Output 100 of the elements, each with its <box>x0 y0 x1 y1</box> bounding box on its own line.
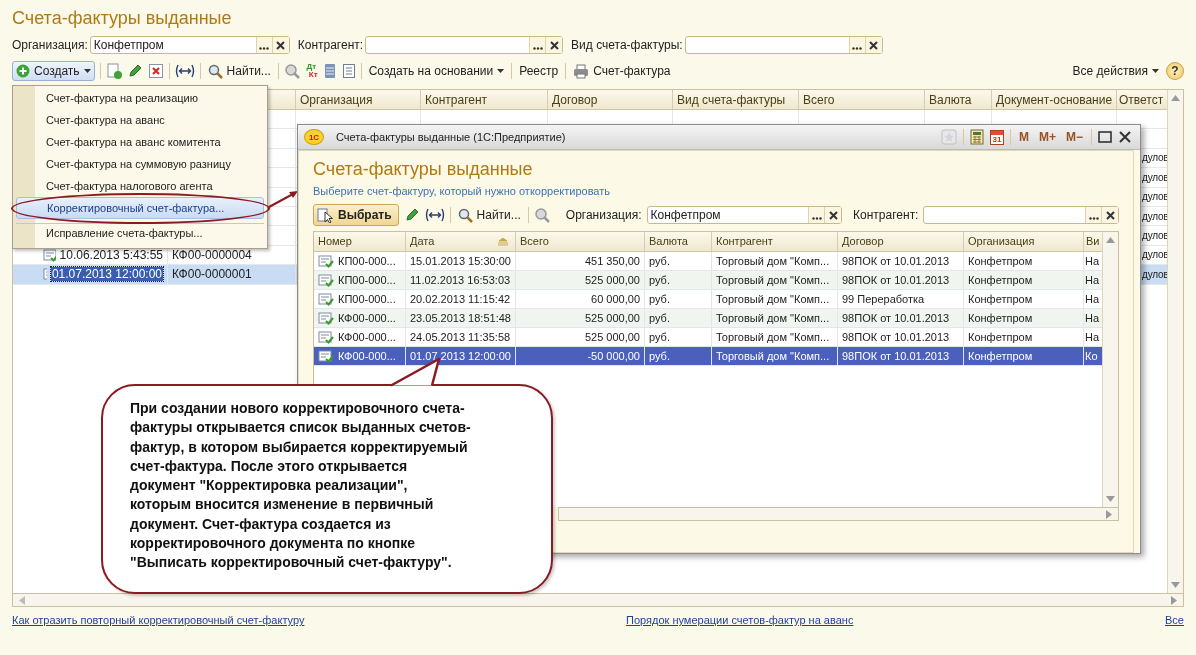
column-header[interactable]: Вид счета-фактуры <box>677 93 786 107</box>
filter-field[interactable]: Конфетпром <box>89 36 290 54</box>
table-cell: КФ00-000... <box>338 331 396 343</box>
ellipsis-icon[interactable] <box>811 217 822 220</box>
table-cell: КФ00-000... <box>338 350 396 362</box>
table-cell: руб. <box>649 293 670 305</box>
create-button[interactable]: Создать <box>12 61 95 81</box>
column-header[interactable]: Контрагент <box>425 93 488 107</box>
table-cell: Торговый дом "Комп... <box>716 255 830 267</box>
column-header[interactable]: Всего <box>803 93 835 107</box>
clear-icon[interactable] <box>869 40 879 50</box>
arrow-down-icon[interactable] <box>1106 496 1115 502</box>
search-cancel-icon[interactable] <box>533 207 550 223</box>
pencil-icon[interactable] <box>126 63 143 79</box>
find-button[interactable]: Найти... <box>205 61 273 81</box>
column-header[interactable]: Ви <box>1086 235 1100 247</box>
debit-credit-button[interactable]: Дт Кт <box>304 63 318 79</box>
column-header[interactable]: Дата <box>410 235 435 247</box>
star-icon[interactable] <box>940 129 957 145</box>
pencil-icon[interactable] <box>403 207 420 223</box>
help-button[interactable]: ? <box>1166 62 1184 80</box>
column-header[interactable]: Договор <box>552 93 598 107</box>
all-actions-button[interactable]: Все действия <box>1070 62 1161 80</box>
printer-icon <box>573 63 590 79</box>
column-header[interactable]: Ответст <box>1119 93 1164 107</box>
column-header[interactable]: Документ-основание <box>996 93 1113 107</box>
column-header[interactable]: Контрагент <box>716 235 773 247</box>
menu-item[interactable]: Счет-фактура на аванс комитента <box>16 131 264 153</box>
filter-field[interactable]: Конфетпром <box>646 206 843 224</box>
memory-button[interactable]: M+ <box>1036 130 1058 144</box>
filter-label: Организация: <box>12 38 88 52</box>
calendar-icon[interactable]: 31 <box>989 129 1004 145</box>
filter-field[interactable] <box>365 36 564 54</box>
document-check-icon <box>318 273 334 287</box>
arrow-up-icon[interactable] <box>1171 95 1180 101</box>
clear-icon[interactable] <box>549 40 559 50</box>
filter-label: Контрагент: <box>297 38 364 52</box>
arrow-right-icon[interactable] <box>1171 595 1177 605</box>
table-cell: На <box>1085 331 1100 343</box>
list-icon[interactable] <box>322 63 337 79</box>
ellipsis-icon[interactable] <box>852 47 863 50</box>
menu-item[interactable]: Корректировочный счет-фактура... <box>16 197 264 219</box>
table-row[interactable]: КФ00-000... 23.05.2013 18:51:48 525 000,00 руб. Торговый дом "Комп... 98ПОК от 10.01.2013 Конфетпром На <box>314 309 1102 328</box>
table-row[interactable]: КФ00-000... 01.07.2013 12:00:00 -50 000,00 руб. Торговый дом "Комп... 98ПОК от 10.01.2013 Конфетпром Ко <box>314 347 1102 366</box>
calculator-icon[interactable] <box>969 129 984 145</box>
search-icon <box>207 63 223 79</box>
table-cell: 20.02.2013 11:15:42 <box>410 293 511 305</box>
ellipsis-icon[interactable] <box>532 47 543 50</box>
menu-item[interactable]: Исправление счета-фактуры... <box>16 223 264 242</box>
ellipsis-icon[interactable] <box>1088 217 1099 220</box>
table-cell: 60 000,00 <box>591 293 640 305</box>
column-header[interactable]: Всего <box>520 235 549 247</box>
create-based-on-button[interactable]: Создать на основании <box>366 62 507 80</box>
column-header[interactable]: Договор <box>842 235 884 247</box>
arrow-down-icon[interactable] <box>1171 582 1180 588</box>
arrow-right-icon[interactable] <box>1106 509 1112 519</box>
document-icon[interactable] <box>341 63 356 79</box>
delete-icon[interactable] <box>147 63 164 79</box>
filter-field[interactable] <box>684 36 883 54</box>
column-header[interactable]: Организация <box>968 235 1035 247</box>
column-header[interactable]: Организация <box>300 93 373 107</box>
help-link[interactable]: Как отразить повторный корректировочный счет-фактуру <box>12 614 305 626</box>
horizontal-scrollbar[interactable] <box>558 507 1119 521</box>
help-link[interactable]: Порядок нумерации счетов-фактур на аванс <box>626 614 854 626</box>
double-arrow-icon[interactable] <box>174 64 195 78</box>
menu-item[interactable]: Счет-фактура на реализацию <box>16 87 264 109</box>
clear-icon[interactable] <box>276 40 286 50</box>
column-header[interactable]: Номер <box>318 235 352 247</box>
menu-item[interactable]: Счет-фактура на аванс <box>16 109 264 131</box>
memory-button[interactable]: M <box>1016 130 1031 144</box>
select-button[interactable]: Выбрать <box>313 204 399 226</box>
menu-item[interactable]: Счет-фактура налогового агента <box>16 175 264 197</box>
print-button[interactable]: Счет-фактура <box>571 61 673 81</box>
menu-item[interactable]: Счет-фактура на суммовую разницу <box>16 153 264 175</box>
table-row[interactable]: КП00-000... 11.02.2013 16:53:03 525 000,00 руб. Торговый дом "Комп... 98ПОК от 10.01.2013 Конфетпром На <box>314 271 1102 290</box>
table-cell: 11.02.2013 16:53:03 <box>410 274 511 286</box>
ellipsis-icon[interactable] <box>259 47 270 50</box>
all-link[interactable]: Все <box>1165 614 1184 626</box>
table-cell: Торговый дом "Комп... <box>716 293 830 305</box>
search-cancel-icon[interactable] <box>283 63 300 79</box>
horizontal-scrollbar[interactable] <box>12 593 1184 607</box>
double-arrow-icon[interactable] <box>424 208 445 222</box>
vertical-scrollbar[interactable] <box>1102 232 1118 507</box>
table-cell: КФ00-0000004 <box>172 247 252 262</box>
sort-icon[interactable] <box>497 238 509 246</box>
page-title: Счета-фактуры выданные <box>12 7 233 30</box>
clear-icon[interactable] <box>1105 210 1115 220</box>
copy-add-icon[interactable] <box>105 63 122 79</box>
close-icon[interactable] <box>1118 130 1132 144</box>
maximize-icon[interactable] <box>1098 130 1112 144</box>
registry-button[interactable]: Реестр <box>517 62 561 80</box>
arrow-up-icon[interactable] <box>1106 237 1115 243</box>
vertical-scrollbar[interactable] <box>1167 90 1183 593</box>
find-button[interactable]: Найти... <box>455 205 523 225</box>
memory-button[interactable]: M− <box>1064 130 1085 144</box>
window-title: Счета-фактуры выданные (1С:Предприятие) <box>336 131 566 143</box>
column-header[interactable]: Валюта <box>929 93 972 107</box>
filter-field[interactable] <box>923 206 1119 224</box>
column-header[interactable]: Валюта <box>649 235 688 247</box>
clear-icon[interactable] <box>828 210 838 220</box>
